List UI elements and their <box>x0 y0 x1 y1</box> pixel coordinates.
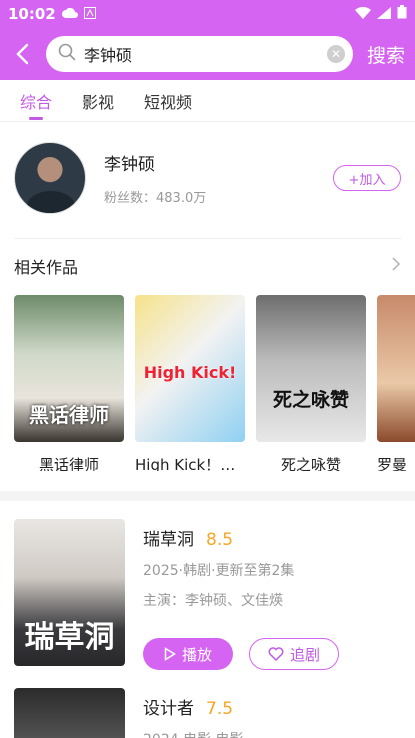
play-icon <box>164 647 176 661</box>
section-separator <box>0 491 415 501</box>
work-poster[interactable]: High Kick! <box>135 295 245 442</box>
poster-text: 死之咏赞 <box>272 389 349 411</box>
work-title: 黑话律师 <box>38 456 99 471</box>
play-button[interactable]: 播放 <box>143 638 233 670</box>
result-info: 设计者 7.5 2024·电影·电影 <box>143 688 401 738</box>
work-poster[interactable]: 死之咏赞 <box>256 295 366 442</box>
work-title: 死之咏赞 <box>280 456 341 471</box>
clear-icon[interactable]: ✕ <box>326 45 345 63</box>
result-score: 8.5 <box>206 530 234 550</box>
join-button[interactable]: +加入 <box>333 165 401 191</box>
back-arrow-icon <box>16 43 29 65</box>
follow-button[interactable]: 追剧 <box>249 638 339 670</box>
result-info: 瑞草洞 8.5 2025·韩剧·更新至第2集 主演：李钟硕、文佳煐 播放 追剧 <box>143 519 401 670</box>
work-item[interactable]: 死之咏赞 死之咏赞 <box>256 295 366 471</box>
play-label: 播放 <box>181 645 212 664</box>
search-icon <box>58 43 76 65</box>
tab-short-video[interactable]: 短视频 <box>144 80 192 122</box>
related-works-title: 相关作品 <box>14 258 79 277</box>
person-card[interactable]: 李钟硕 粉丝数：483.0万 +加入 <box>0 122 415 222</box>
person-fans: 粉丝数：483.0万 <box>104 191 207 206</box>
result-poster[interactable] <box>14 688 125 738</box>
avatar[interactable] <box>14 142 86 214</box>
result-poster[interactable]: 瑞草洞 <box>14 519 125 666</box>
related-works-list: 黑话律师 黑话律师 High Kick! High Kick！短… 死之咏赞 死… <box>0 279 415 471</box>
work-title: High Kick！短… <box>135 456 245 471</box>
result-meta: 2025·韩剧·更新至第2集 <box>143 563 295 579</box>
work-poster[interactable]: 黑话律师 <box>14 295 124 442</box>
battery-icon <box>397 5 407 23</box>
search-button[interactable]: 搜索 <box>367 41 405 68</box>
result-score: 7.5 <box>206 699 234 719</box>
result-item[interactable]: 设计者 7.5 2024·电影·电影 <box>0 670 415 738</box>
app-notification-icon <box>83 5 96 23</box>
result-cast: 主演：李钟硕、文佳煐 <box>143 593 283 609</box>
work-item[interactable]: 罗曼 <box>377 295 415 471</box>
chevron-right-icon[interactable] <box>391 256 401 276</box>
status-time: 10:02 <box>8 5 56 23</box>
person-info: 李钟硕 粉丝数：483.0万 <box>104 150 333 206</box>
result-title: 瑞草洞 <box>143 530 194 550</box>
poster-text: 瑞草洞 <box>24 620 115 655</box>
poster-text: 黑话律师 <box>29 403 109 427</box>
work-item[interactable]: 黑话律师 黑话律师 <box>14 295 124 471</box>
work-poster[interactable] <box>377 295 415 442</box>
result-meta: 2024·电影·电影 <box>143 729 401 738</box>
work-title: 罗曼 <box>377 456 408 471</box>
search-header: 李钟硕 ✕ 搜索 <box>0 28 415 80</box>
tab-comprehensive[interactable]: 综合 <box>20 80 52 122</box>
heart-icon <box>268 647 284 661</box>
tab-film-tv[interactable]: 影视 <box>82 80 114 122</box>
tab-bar: 综合 影视 短视频 <box>0 80 415 122</box>
result-item[interactable]: 瑞草洞 瑞草洞 8.5 2025·韩剧·更新至第2集 主演：李钟硕、文佳煐 播放… <box>0 501 415 670</box>
related-works-header[interactable]: 相关作品 <box>0 239 415 279</box>
follow-label: 追剧 <box>289 645 320 664</box>
status-bar: 10:02 <box>0 0 415 28</box>
poster-text: High Kick! <box>143 363 237 382</box>
cloud-icon <box>61 5 78 23</box>
signal-icon <box>377 5 391 23</box>
search-value: 李钟硕 <box>84 46 133 65</box>
wifi-icon <box>355 5 371 23</box>
person-name: 李钟硕 <box>104 155 155 175</box>
work-item[interactable]: High Kick! High Kick！短… <box>135 295 245 471</box>
result-title: 设计者 <box>143 699 194 719</box>
back-button[interactable] <box>8 40 36 68</box>
search-input[interactable]: 李钟硕 ✕ <box>46 36 353 72</box>
